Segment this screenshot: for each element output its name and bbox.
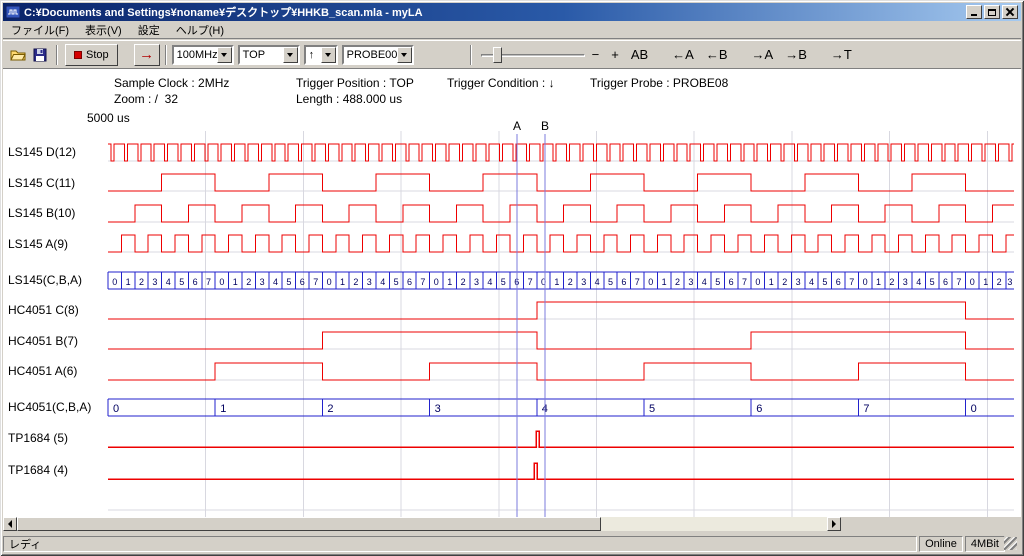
- minimize-button[interactable]: [966, 5, 982, 19]
- titlebar-buttons: [964, 5, 1018, 19]
- zoom-text: Zoom : / 32: [114, 92, 178, 106]
- prev-cursor-b-button[interactable]: ←B: [701, 45, 733, 64]
- status-memory-badge: 4MBit: [965, 536, 1005, 552]
- probe-dropdown[interactable]: [397, 47, 412, 63]
- run-arrow-icon: →: [139, 47, 154, 62]
- trigger-edge-combo[interactable]: ↑: [304, 45, 338, 65]
- menu-file[interactable]: ファイル(F): [3, 20, 77, 40]
- trigger-edge-dropdown[interactable]: [321, 47, 336, 63]
- run-button[interactable]: →: [134, 44, 160, 66]
- scroll-right-button[interactable]: [827, 517, 841, 531]
- app-icon: [6, 5, 20, 19]
- zoom-slider-thumb[interactable]: [493, 47, 502, 63]
- resize-grip[interactable]: [1004, 537, 1017, 550]
- sample-rate-dropdown[interactable]: [217, 47, 232, 63]
- trigger-position-dropdown[interactable]: [283, 47, 298, 63]
- menubar: ファイル(F) 表示(V) 設定 ヘルプ(H): [3, 21, 1021, 39]
- menu-help[interactable]: ヘルプ(H): [168, 20, 232, 40]
- statusbar: レディ Online 4MBit: [3, 535, 1021, 553]
- app-window: C:¥Documents and Settings¥noname¥デスクトップ¥…: [0, 0, 1024, 556]
- open-file-button[interactable]: [7, 45, 29, 65]
- toolbar-separator: [470, 45, 472, 65]
- stop-icon: [74, 51, 82, 59]
- status-online-badge: Online: [919, 536, 963, 552]
- save-button[interactable]: [29, 45, 51, 65]
- close-button[interactable]: [1002, 5, 1018, 19]
- arrow-right-icon: [832, 520, 840, 528]
- next-cursor-b-button[interactable]: →B: [780, 45, 812, 64]
- next-cursor-a-button[interactable]: →A: [747, 45, 779, 64]
- waveform-panel: [3, 69, 1021, 517]
- status-message: レディ: [3, 536, 917, 552]
- scrollbar-thumb[interactable]: [17, 517, 601, 531]
- menu-view[interactable]: 表示(V): [77, 20, 130, 40]
- arrow-left-icon: [4, 520, 12, 528]
- toolbar-separator: [165, 45, 167, 65]
- trigger-condition-text: Trigger Condition : ↓: [447, 76, 555, 90]
- open-folder-icon: [10, 48, 26, 62]
- trigger-position-text: Trigger Position : TOP: [296, 76, 414, 90]
- sample-clock-text: Sample Clock : 2MHz: [114, 76, 229, 90]
- probe-combo[interactable]: PROBE00: [342, 45, 414, 65]
- zoom-slider[interactable]: [481, 45, 585, 65]
- window-title: C:¥Documents and Settings¥noname¥デスクトップ¥…: [24, 4, 964, 20]
- length-text: Length : 488.000 us: [296, 92, 402, 106]
- trigger-edge-value: ↑: [306, 49, 321, 61]
- maximize-button[interactable]: [984, 5, 1000, 19]
- chevron-down-icon: [287, 53, 293, 60]
- close-icon: [1006, 8, 1014, 16]
- probe-value: PROBE00: [344, 49, 397, 61]
- trigger-position-combo[interactable]: TOP: [238, 45, 300, 65]
- time-scale-label: 5000 us: [87, 111, 130, 125]
- stop-label: Stop: [86, 49, 109, 61]
- ab-button[interactable]: AB: [626, 45, 653, 64]
- zoom-out-button[interactable]: −: [587, 45, 605, 64]
- stop-button[interactable]: Stop: [65, 44, 118, 66]
- sample-rate-combo[interactable]: 100MHz: [172, 45, 234, 65]
- scroll-left-button[interactable]: [3, 517, 17, 531]
- sample-rate-value: 100MHz: [174, 49, 217, 61]
- zoom-in-button[interactable]: +: [606, 45, 624, 64]
- toolbar-separator: [56, 45, 58, 65]
- minimize-icon: [971, 14, 977, 16]
- maximize-icon: [988, 9, 996, 16]
- trigger-probe-text: Trigger Probe : PROBE08: [590, 76, 728, 90]
- goto-trigger-button[interactable]: →T: [826, 45, 857, 64]
- chevron-down-icon: [401, 53, 407, 60]
- menu-settings[interactable]: 設定: [130, 20, 168, 40]
- chevron-down-icon: [221, 53, 227, 60]
- horizontal-scrollbar[interactable]: [3, 517, 841, 531]
- floppy-save-icon: [32, 48, 48, 62]
- titlebar[interactable]: C:¥Documents and Settings¥noname¥デスクトップ¥…: [3, 3, 1021, 21]
- toolbar: Stop → 100MHz TOP ↑ PROBE00 − + AB ←A: [3, 40, 1021, 69]
- prev-cursor-a-button[interactable]: ←A: [667, 45, 699, 64]
- trigger-position-value: TOP: [240, 49, 283, 61]
- chevron-down-icon: [325, 53, 331, 60]
